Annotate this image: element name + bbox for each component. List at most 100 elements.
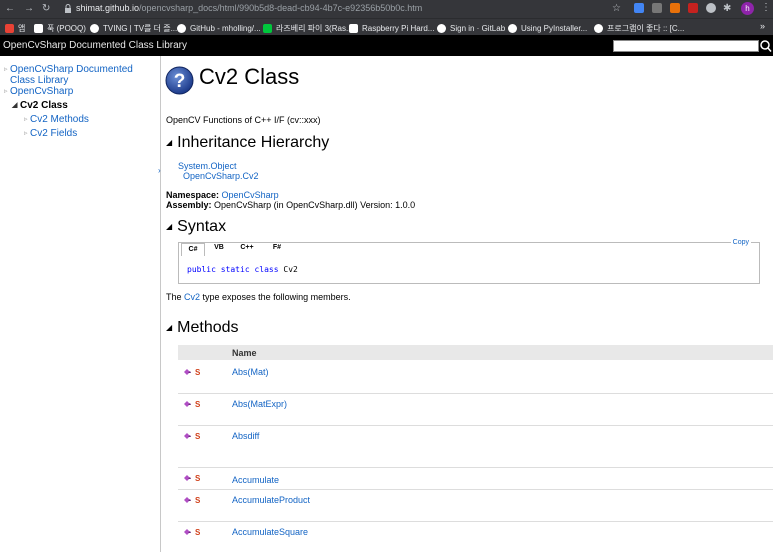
- svg-text:S: S: [195, 528, 201, 537]
- doc-header: OpenCvSharp Documented Class Library: [0, 35, 773, 56]
- tab-csharp[interactable]: C#: [181, 242, 205, 256]
- section-inheritance[interactable]: ◢ Inheritance Hierarchy: [166, 134, 329, 152]
- method-link[interactable]: Accumulate: [232, 475, 279, 485]
- translate-extension-icon[interactable]: [634, 3, 644, 13]
- namespace-link[interactable]: OpenCvSharp: [222, 190, 279, 200]
- pooq-icon: [34, 23, 43, 33]
- public-static-method-icon: S: [184, 432, 201, 441]
- public-static-method-icon: S: [184, 368, 201, 377]
- toc-item-namespace[interactable]: ▹ OpenCvSharp: [4, 86, 74, 97]
- extension-icon[interactable]: [706, 3, 716, 13]
- copy-button[interactable]: Copy: [730, 239, 751, 246]
- back-icon[interactable]: ←: [5, 3, 15, 14]
- bookmark-item[interactable]: Raspberry Pi Hard...: [349, 22, 434, 34]
- bookmark-label: 앱: [18, 23, 26, 33]
- code-snippet: public static class Cv2: [187, 265, 298, 274]
- profile-avatar[interactable]: h: [741, 2, 754, 15]
- search-icon[interactable]: [759, 39, 772, 53]
- toc-label: Cv2 Fields: [30, 128, 78, 139]
- expand-arrow-icon[interactable]: ▹: [24, 128, 28, 139]
- expand-arrow-icon[interactable]: ▹: [4, 86, 8, 97]
- url-path: /opencvsharp_docs/html/990b5d8-dead-cb94…: [139, 3, 423, 13]
- tab-vb[interactable]: VB: [209, 244, 229, 251]
- lock-icon[interactable]: [64, 4, 72, 13]
- toc-item-library[interactable]: ▹ OpenCvSharp Documented Class Library: [4, 64, 155, 86]
- section-heading: Inheritance Hierarchy: [177, 134, 330, 151]
- bookmark-label: TVING | TV를 더 즐...: [103, 23, 178, 33]
- toc-item-cv2-class[interactable]: ◢ Cv2 Class: [12, 100, 68, 111]
- collapse-triangle-icon[interactable]: ◢: [166, 222, 172, 231]
- code-identifier: Cv2: [283, 265, 298, 274]
- svg-text:?: ?: [174, 71, 186, 92]
- address-bar[interactable]: shimat.github.io/opencvsharp_docs/html/9…: [76, 3, 422, 13]
- bookmark-item[interactable]: 푹 (POOQ): [34, 22, 86, 34]
- bookmark-label: 라즈베리 파이 3(Ras...: [276, 23, 353, 33]
- table-row: S Abs(Mat): [178, 367, 773, 394]
- hierarchy-link-current[interactable]: OpenCvSharp.Cv2: [183, 171, 259, 181]
- assembly-value: OpenCvSharp (in OpenCvSharp.dll) Version…: [214, 200, 416, 210]
- svg-text:S: S: [195, 432, 201, 441]
- table-header: Name: [178, 345, 773, 360]
- more-menu-icon[interactable]: ⋮: [761, 2, 771, 13]
- extension-icon[interactable]: [652, 3, 662, 13]
- collapse-triangle-icon[interactable]: ◢: [166, 138, 172, 147]
- section-syntax[interactable]: ◢ Syntax: [166, 218, 226, 236]
- namespace-line: Namespace: OpenCvSharp: [166, 190, 279, 200]
- svg-text:S: S: [195, 400, 201, 409]
- puzzle-icon[interactable]: ✱: [723, 3, 731, 14]
- bookmark-item[interactable]: GitHub - mholling/...: [177, 22, 261, 34]
- tab-cpp[interactable]: C++: [237, 244, 257, 251]
- resize-handle-icon[interactable]: ›: [158, 166, 161, 175]
- sidebar-toc: ▹ OpenCvSharp Documented Class Library ▹…: [0, 56, 161, 552]
- bookmark-item[interactable]: Sign in · GitLab: [437, 22, 505, 34]
- method-link[interactable]: Abs(MatExpr): [232, 399, 287, 409]
- collapse-arrow-icon[interactable]: ◢: [12, 100, 17, 111]
- toc-item-cv2-methods[interactable]: ▹ Cv2 Methods: [24, 114, 89, 125]
- svg-text:S: S: [195, 496, 201, 505]
- expand-arrow-icon[interactable]: ▹: [24, 114, 28, 125]
- members-text: The: [166, 292, 185, 302]
- forward-icon[interactable]: →: [24, 3, 34, 14]
- table-row: S AccumulateSquare: [178, 527, 773, 552]
- extension-icon[interactable]: [670, 3, 680, 13]
- bookmark-apps[interactable]: 앱: [5, 22, 25, 34]
- bookmark-label: Using PyInstaller...: [521, 23, 588, 33]
- bookmarks-bar: 앱 푹 (POOQ) TVING | TV를 더 즐... GitHub - m…: [0, 18, 773, 35]
- code-keyword: public: [187, 265, 216, 274]
- method-link[interactable]: AccumulateSquare: [232, 527, 308, 537]
- members-text: type exposes the following members.: [200, 292, 351, 302]
- reload-icon[interactable]: ↻: [42, 3, 50, 14]
- expand-arrow-icon[interactable]: ▹: [4, 64, 8, 75]
- bookmarks-overflow-button[interactable]: »: [760, 21, 765, 31]
- tab-fsharp[interactable]: F#: [267, 244, 287, 251]
- toc-item-cv2-fields[interactable]: ▹ Cv2 Fields: [24, 128, 78, 139]
- method-link[interactable]: Abs(Mat): [232, 367, 269, 377]
- method-link[interactable]: Absdiff: [232, 431, 259, 441]
- url-host: shimat.github.io: [76, 3, 140, 13]
- toc-label: Cv2 Class: [20, 100, 68, 111]
- method-link[interactable]: AccumulateProduct: [232, 495, 310, 505]
- assembly-label: Assembly:: [166, 200, 212, 210]
- hierarchy-link-base[interactable]: System.Object: [178, 161, 237, 171]
- toc-label: OpenCvSharp: [10, 86, 74, 97]
- svg-text:S: S: [195, 474, 201, 483]
- table-row: S Absdiff: [178, 431, 773, 468]
- section-methods[interactable]: ◢ Methods: [166, 319, 239, 337]
- globe-icon: [437, 23, 446, 33]
- bookmark-item[interactable]: 라즈베리 파이 3(Ras...: [263, 22, 353, 34]
- bookmark-item[interactable]: 프로그램이 좋다 :: [C...: [594, 22, 684, 34]
- raspberry-icon: [349, 23, 358, 33]
- bookmark-label: Raspberry Pi Hard...: [362, 23, 435, 33]
- code-keyword: class: [254, 265, 279, 274]
- bookmark-item[interactable]: Using PyInstaller...: [508, 22, 587, 34]
- extension-icon[interactable]: [688, 3, 698, 13]
- apps-grid-icon: [5, 23, 14, 33]
- section-heading: Methods: [177, 319, 239, 336]
- collapse-triangle-icon[interactable]: ◢: [166, 323, 172, 332]
- search-input[interactable]: [613, 40, 759, 52]
- members-type-link[interactable]: Cv2: [184, 292, 200, 302]
- browser-toolbar: ← → ↻ shimat.github.io/opencvsharp_docs/…: [0, 0, 773, 18]
- globe-icon: [508, 23, 517, 33]
- star-icon[interactable]: ☆: [612, 3, 621, 14]
- bookmark-item[interactable]: TVING | TV를 더 즐...: [90, 22, 177, 34]
